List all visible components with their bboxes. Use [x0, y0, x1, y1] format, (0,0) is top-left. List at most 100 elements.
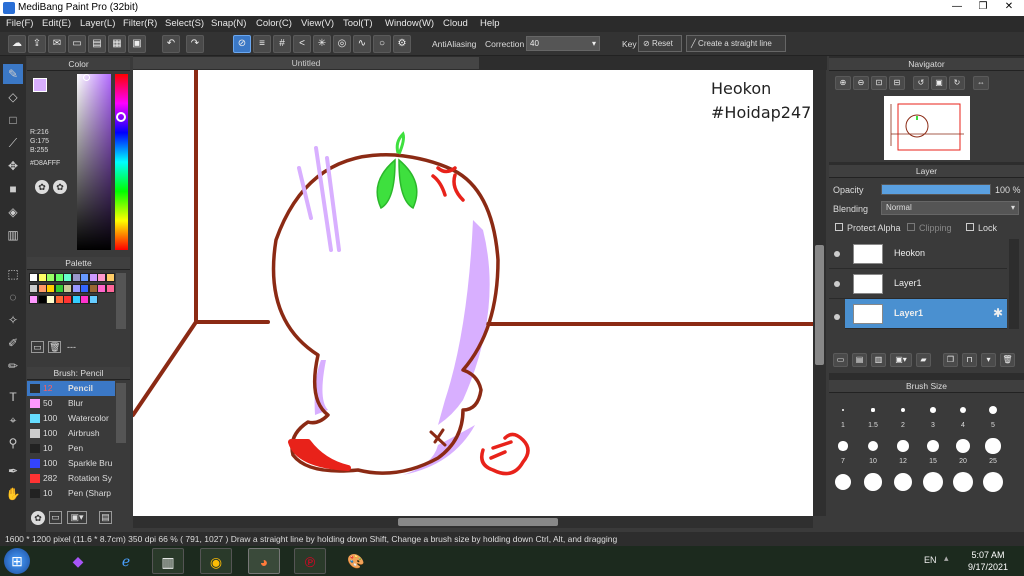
duplicate-layer-icon[interactable]: ❐: [943, 353, 958, 367]
gear-icon[interactable]: ✱: [993, 306, 1003, 320]
folder-icon[interactable]: ▰: [916, 353, 931, 367]
brush-item[interactable]: 50 Blur: [27, 396, 115, 411]
reset-button[interactable]: ⊘ Reset: [638, 35, 682, 52]
brush-size-dot[interactable]: [953, 472, 973, 492]
rotate-reset-icon[interactable]: ▣: [931, 76, 947, 90]
brush-menu-icon[interactable]: ▣▾: [67, 511, 87, 524]
clock[interactable]: 5:07 AM 9/17/2021: [960, 549, 1016, 573]
select-tool-icon[interactable]: ⬚: [3, 264, 23, 284]
brush-settings-icon[interactable]: ▤: [99, 511, 112, 524]
magic-wand-tool-icon[interactable]: ✧: [3, 310, 23, 330]
export-icon[interactable]: ▣: [128, 35, 146, 53]
brush-size-dot[interactable]: [926, 439, 940, 453]
brush-size-dot[interactable]: [897, 440, 909, 452]
minimize-button[interactable]: —: [944, 0, 970, 14]
palette-swatch[interactable]: [88, 295, 98, 304]
text-tool-icon[interactable]: T: [3, 387, 23, 407]
chrome-icon[interactable]: ◉: [200, 548, 232, 574]
menu-select[interactable]: Select(S): [165, 18, 204, 29]
maximize-button[interactable]: ❐: [970, 0, 996, 14]
brush-size-dot[interactable]: [985, 438, 1001, 454]
layer-row[interactable]: Heokon: [829, 239, 1007, 269]
menu-snap[interactable]: Snap(N): [211, 18, 246, 29]
palette-swatch[interactable]: [105, 273, 115, 282]
brush-item[interactable]: 100 Airbrush: [27, 426, 115, 441]
menu-filter[interactable]: Filter(R): [123, 18, 157, 29]
lock-checkbox[interactable]: [966, 223, 974, 231]
brush-add-icon[interactable]: ✿: [31, 511, 45, 525]
brush-size-dot[interactable]: [842, 409, 844, 411]
new-file-icon[interactable]: ▭: [68, 35, 86, 53]
new-layer-8bit-icon[interactable]: ▤: [852, 353, 867, 367]
brush-item[interactable]: 100 Sparkle Bru: [27, 456, 115, 471]
zoom-fit-icon[interactable]: ⊡: [871, 76, 887, 90]
hue-slider[interactable]: [115, 74, 128, 250]
brush-size-dot[interactable]: [838, 441, 848, 451]
paint-icon[interactable]: 🎨: [340, 548, 372, 574]
brush-size-dot[interactable]: [930, 407, 936, 413]
brush-item[interactable]: 10 Pen (Sharp: [27, 486, 115, 501]
lasso-tool-icon[interactable]: ◌: [3, 287, 23, 307]
brush-size-dot[interactable]: [900, 407, 906, 413]
fill-rect-tool-icon[interactable]: ■: [3, 179, 23, 199]
pinterest-icon[interactable]: ℗: [294, 548, 326, 574]
close-button[interactable]: ✕: [996, 0, 1022, 14]
layer-row-selected[interactable]: Layer1 ✱: [845, 299, 1007, 329]
concentric-snap-icon[interactable]: ◎: [333, 35, 351, 53]
zoom-in-icon[interactable]: ⊕: [835, 76, 851, 90]
menu-edit[interactable]: Edit(E): [42, 18, 71, 29]
straight-line-button[interactable]: ╱ Create a straight line: [686, 35, 786, 52]
bucket-tool-icon[interactable]: ◈: [3, 202, 23, 222]
eyedropper-tool-icon[interactable]: ⚲: [3, 433, 23, 453]
cloud-icon[interactable]: ☁: [8, 35, 26, 53]
gradient-tool-icon[interactable]: ▥: [3, 225, 23, 245]
layer-down-icon[interactable]: ▾: [981, 353, 996, 367]
brush-tool-icon[interactable]: ✎: [3, 64, 23, 84]
open-file-icon[interactable]: ▤: [88, 35, 106, 53]
brush-size-dot[interactable]: [989, 406, 997, 414]
rotate-left-icon[interactable]: ↺: [913, 76, 929, 90]
delete-layer-icon[interactable]: 🗑: [1000, 353, 1015, 367]
new-brush-icon[interactable]: ▭: [49, 511, 62, 524]
menu-file[interactable]: File(F): [6, 18, 33, 29]
language-indicator[interactable]: EN: [924, 555, 937, 565]
hue-slider-handle[interactable]: [116, 112, 126, 122]
menu-tool[interactable]: Tool(T): [343, 18, 373, 29]
share-icon[interactable]: ⇪: [28, 35, 46, 53]
document-tab[interactable]: Untitled: [133, 57, 479, 69]
vertical-scroll-thumb[interactable]: [815, 245, 824, 365]
merge-down-icon[interactable]: ⊓: [962, 353, 977, 367]
internet-explorer-icon[interactable]: ℯ: [110, 548, 142, 574]
clipping-checkbox[interactable]: [907, 223, 915, 231]
blending-select[interactable]: Normal ▾: [881, 201, 1019, 215]
brush-item[interactable]: 12 Pencil: [27, 381, 115, 396]
foreground-color-swatch[interactable]: [33, 78, 47, 92]
eye-icon[interactable]: [834, 251, 840, 257]
horizontal-scrollbar[interactable]: [133, 516, 813, 528]
brush-size-dot[interactable]: [923, 472, 943, 492]
brush-size-dot[interactable]: [893, 472, 913, 492]
brush-size-dot[interactable]: [871, 408, 875, 412]
undo-icon[interactable]: ↶: [162, 35, 180, 53]
redo-icon[interactable]: ↷: [186, 35, 204, 53]
curve-snap-icon[interactable]: ∿: [353, 35, 371, 53]
hand-tool-icon[interactable]: ✋: [3, 484, 23, 504]
grid-snap-icon[interactable]: #: [273, 35, 291, 53]
horizontal-scroll-thumb[interactable]: [398, 518, 558, 526]
delete-palette-icon[interactable]: 🗑: [48, 341, 61, 353]
move-tool-icon[interactable]: ✥: [3, 156, 23, 176]
brush-size-dot[interactable]: [867, 440, 879, 452]
saturation-brightness-picker[interactable]: [77, 74, 111, 250]
brush-item[interactable]: 100 Watercolor: [27, 411, 115, 426]
palette-add-icon[interactable]: ✿: [53, 180, 67, 194]
brush-item[interactable]: 10 Pen: [27, 441, 115, 456]
zoom-out-icon[interactable]: ⊖: [853, 76, 869, 90]
add-layer-menu-icon[interactable]: ▣▾: [890, 353, 912, 367]
drawing-canvas[interactable]: Heokon #Hoidap247: [133, 70, 813, 516]
pen-tool-icon[interactable]: ✒: [3, 461, 23, 481]
perspective-snap-icon[interactable]: <: [293, 35, 311, 53]
new-layer-1bit-icon[interactable]: ▥: [871, 353, 886, 367]
brush-size-dot[interactable]: [959, 406, 967, 414]
menu-help[interactable]: Help: [480, 18, 500, 29]
file-explorer-icon[interactable]: ▥: [152, 548, 184, 574]
